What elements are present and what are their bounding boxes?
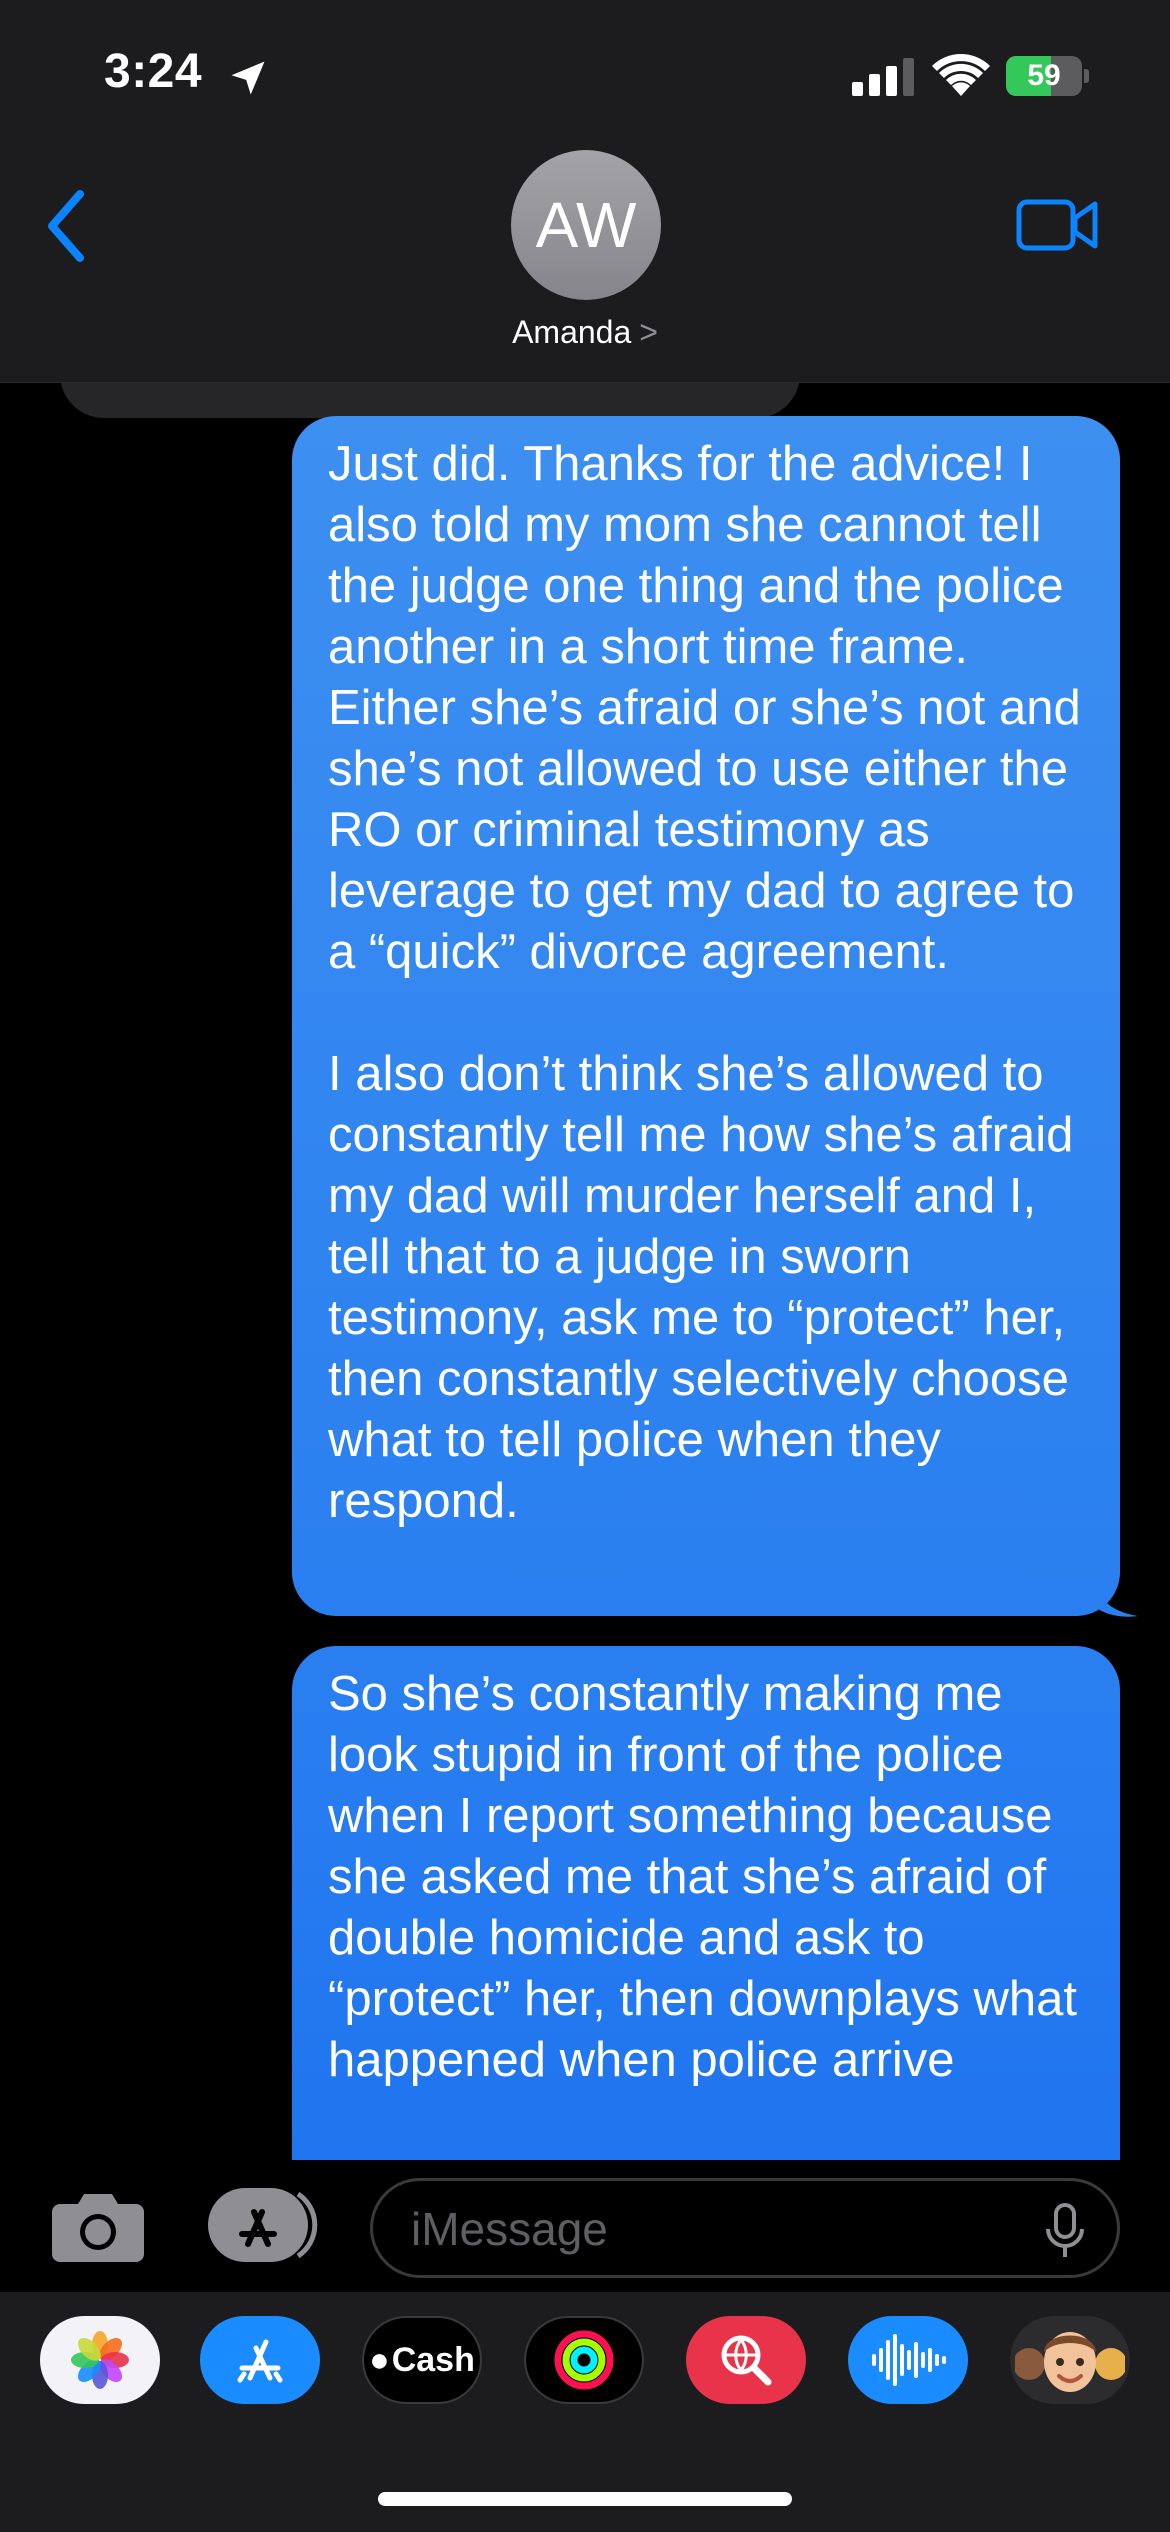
home-indicator[interactable] [378,2492,792,2506]
microphone-icon[interactable] [1045,2203,1085,2259]
app-drawer: ● Cash [0,2292,1170,2532]
contact-avatar[interactable]: AW [511,150,661,300]
photos-icon [71,2331,129,2389]
camera-icon[interactable] [52,2190,144,2262]
location-arrow-icon [231,61,265,95]
bubble-tail [1094,1582,1138,1617]
status-time: 3:24 [104,45,203,98]
conversation-header: 3:24 59 AW Amanda > [0,0,1170,383]
photos-app-button[interactable] [40,2316,160,2404]
memoji-icon [1015,2332,1125,2392]
chevron-right-icon: > [639,314,658,350]
avatar-initials: AW [535,189,637,261]
app-store-app-button[interactable] [200,2316,320,2404]
contact-name-button[interactable]: Amanda > [0,314,1170,351]
messages-screen: Just did. Thanks for the advice! I also … [0,0,1170,2532]
image-search-icon [721,2335,772,2386]
video-camera-icon[interactable] [1016,196,1098,254]
apple-cash-label: Cash [391,2340,475,2379]
wifi-icon [932,54,990,96]
apple-cash-icon: ● [369,2340,390,2379]
battery-percent: 59 [1027,59,1061,92]
activity-rings-icon [554,2330,614,2390]
compose-bar [0,2160,1170,2292]
message-input[interactable] [409,2181,1013,2277]
memoji-app-button[interactable] [1010,2316,1130,2404]
message-thread[interactable]: Just did. Thanks for the advice! I also … [0,382,1170,2160]
audio-waveform-icon [872,2334,946,2386]
contact-name: Amanda [512,314,632,350]
previous-incoming-bubble [60,382,800,418]
message-field[interactable] [370,2178,1120,2278]
audio-message-app-button[interactable] [848,2316,968,2404]
image-search-app-button[interactable] [686,2316,806,2404]
apple-cash-app-button[interactable]: ● Cash [362,2316,482,2404]
outgoing-message-bubble[interactable]: Just did. Thanks for the advice! I also … [292,416,1120,1616]
back-button[interactable] [40,186,96,266]
app-store-icon [237,2339,283,2383]
outgoing-message-bubble[interactable]: So she’s constantly making me look stupi… [292,1646,1120,2160]
app-store-icon[interactable] [208,2188,318,2262]
cellular-signal-icon [852,58,914,96]
battery-charging-icon: 59 [1006,56,1089,96]
fitness-app-button[interactable] [524,2316,644,2404]
